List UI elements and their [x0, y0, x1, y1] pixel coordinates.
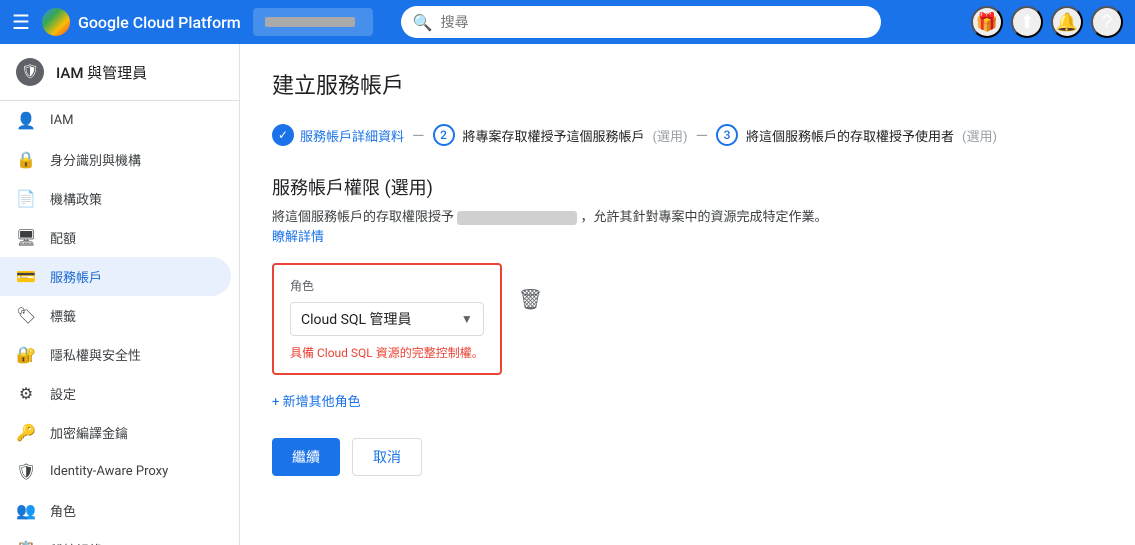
sidebar-label-audit: 稽核記錄 [50, 540, 102, 545]
cancel-button[interactable]: 取消 [352, 438, 422, 476]
sidebar-label-privacy: 隱私權與安全性 [50, 345, 141, 364]
step-arrow-2: — [696, 126, 709, 145]
settings-icon: ⚙ [16, 384, 36, 403]
nav-icons: 🎁 ⬆ 🔔 ? [971, 6, 1123, 38]
section-desc-suffix: ，允許其針對專案中的資源完成特定作業。 [580, 210, 827, 225]
service-accounts-icon: 💳 [16, 267, 36, 286]
step-3-num: 3 [716, 124, 738, 146]
sidebar-item-audit[interactable]: 📋 稽核記錄 [0, 530, 231, 545]
bell-icon-button[interactable]: 🔔 [1051, 6, 1083, 38]
sidebar-item-labels[interactable]: 🏷 標籤 [0, 296, 231, 335]
sidebar-label-encryption: 加密編譯金鑰 [50, 423, 128, 442]
main-content: 建立服務帳戶 ✓ 服務帳戶詳細資料 — 2 將專案存取權授予這個服務帳戶 (選用… [240, 44, 1135, 545]
menu-icon[interactable]: ☰ [12, 10, 30, 34]
search-icon: 🔍 [413, 13, 433, 32]
labels-icon: 🏷 [16, 306, 36, 325]
add-role-button[interactable]: + 新增其他角色 [272, 391, 1103, 410]
role-selected-value: Cloud SQL 管理員 [301, 309, 412, 329]
sidebar-item-roles[interactable]: 👥 角色 [0, 491, 231, 530]
section-title: 服務帳戶權限 (選用) [272, 174, 1103, 200]
sidebar-header-icon: 🛡 [16, 58, 44, 86]
privacy-icon: 🔐 [16, 345, 36, 364]
dropdown-arrow-icon: ▼ [461, 312, 473, 326]
sidebar-item-identity[interactable]: 🔒 身分識別與機構 [0, 140, 231, 179]
learn-more-link[interactable]: 瞭解詳情 [272, 230, 324, 245]
steps-indicator: ✓ 服務帳戶詳細資料 — 2 將專案存取權授予這個服務帳戶 (選用) — 3 將… [272, 124, 1103, 146]
search-bar: 🔍 [401, 6, 881, 38]
sidebar-item-quota[interactable]: 🖥 配額 [0, 218, 231, 257]
sidebar-item-service-accounts[interactable]: 💳 服務帳戶 [0, 257, 231, 296]
sidebar-item-iap[interactable]: 🛡 Identity-Aware Proxy [0, 452, 231, 491]
sidebar-header: 🛡 IAM 與管理員 [0, 44, 239, 101]
step-2-num: 2 [433, 124, 455, 146]
iap-icon: 🛡 [16, 462, 36, 481]
sidebar-label-iam: IAM [50, 113, 73, 128]
gift-icon-button[interactable]: 🎁 [971, 6, 1003, 38]
sidebar-label-quota: 配額 [50, 228, 76, 247]
role-box: 角色 Cloud SQL 管理員 ▼ 具備 Cloud SQL 資源的完整控制權… [272, 263, 502, 375]
section-description: 將這個服務帳戶的存取權限授予 ，允許其針對專案中的資源完成特定作業。 瞭解詳情 [272, 208, 1103, 247]
action-buttons: 繼續 取消 [272, 438, 1103, 476]
blurred-account-name [457, 211, 577, 225]
step-1-check: ✓ [272, 124, 294, 146]
step-arrow-1: — [412, 126, 425, 145]
search-input[interactable] [441, 14, 869, 30]
audit-icon: 📋 [16, 540, 36, 545]
sidebar-label-identity: 身分識別與機構 [50, 150, 141, 169]
delete-role-button[interactable]: 🗑 [518, 287, 543, 311]
org-policy-icon: 📄 [16, 189, 36, 208]
google-logo [42, 8, 70, 36]
sidebar: 🛡 IAM 與管理員 👤 IAM 🔒 身分識別與機構 📄 機構政策 🖥 配額 💳… [0, 44, 240, 545]
step-3-optional: (選用) [962, 126, 997, 145]
quota-icon: 🖥 [16, 228, 36, 247]
sidebar-header-label: IAM 與管理員 [56, 62, 147, 83]
iam-icon: 👤 [16, 111, 36, 130]
sidebar-item-org-policy[interactable]: 📄 機構政策 [0, 179, 231, 218]
role-dropdown[interactable]: Cloud SQL 管理員 ▼ [290, 302, 484, 336]
roles-icon: 👥 [16, 501, 36, 520]
sidebar-label-org-policy: 機構政策 [50, 189, 102, 208]
upload-icon-button[interactable]: ⬆ [1011, 6, 1043, 38]
sidebar-item-iam[interactable]: 👤 IAM [0, 101, 231, 140]
project-selector[interactable] [253, 8, 373, 36]
encryption-icon: 🔑 [16, 423, 36, 442]
sidebar-label-settings: 設定 [50, 384, 76, 403]
continue-button[interactable]: 繼續 [272, 438, 340, 476]
step-2-optional: (選用) [653, 126, 688, 145]
sidebar-label-labels: 標籤 [50, 306, 76, 325]
step-2-label: 將專案存取權授予這個服務帳戶 [463, 126, 645, 145]
brand-title: Google Cloud Platform [78, 13, 241, 32]
brand-area: Google Cloud Platform [42, 8, 241, 36]
step-3-label: 將這個服務帳戶的存取權授予使用者 [746, 126, 954, 145]
main-layout: 🛡 IAM 與管理員 👤 IAM 🔒 身分識別與機構 📄 機構政策 🖥 配額 💳… [0, 44, 1135, 545]
sidebar-item-encryption[interactable]: 🔑 加密編譯金鑰 [0, 413, 231, 452]
sidebar-label-service-accounts: 服務帳戶 [50, 267, 102, 286]
role-description: 具備 Cloud SQL 資源的完整控制權。 [290, 344, 484, 361]
role-field-label: 角色 [290, 277, 484, 294]
step-1-label: 服務帳戶詳細資料 [300, 126, 404, 145]
role-row: 角色 Cloud SQL 管理員 ▼ 具備 Cloud SQL 資源的完整控制權… [272, 263, 1103, 391]
top-navigation: ☰ Google Cloud Platform 🔍 🎁 ⬆ 🔔 ? [0, 0, 1135, 44]
sidebar-label-roles: 角色 [50, 501, 76, 520]
help-icon-button[interactable]: ? [1091, 6, 1123, 38]
section-desc-prefix: 將這個服務帳戶的存取權限授予 [272, 210, 454, 225]
add-role-label: + 新增其他角色 [272, 391, 361, 410]
sidebar-item-privacy[interactable]: 🔐 隱私權與安全性 [0, 335, 231, 374]
sidebar-label-iap: Identity-Aware Proxy [50, 464, 168, 479]
identity-icon: 🔒 [16, 150, 36, 169]
sidebar-item-settings[interactable]: ⚙ 設定 [0, 374, 231, 413]
step-1-completed: ✓ 服務帳戶詳細資料 [272, 124, 404, 146]
page-title: 建立服務帳戶 [272, 68, 1103, 100]
